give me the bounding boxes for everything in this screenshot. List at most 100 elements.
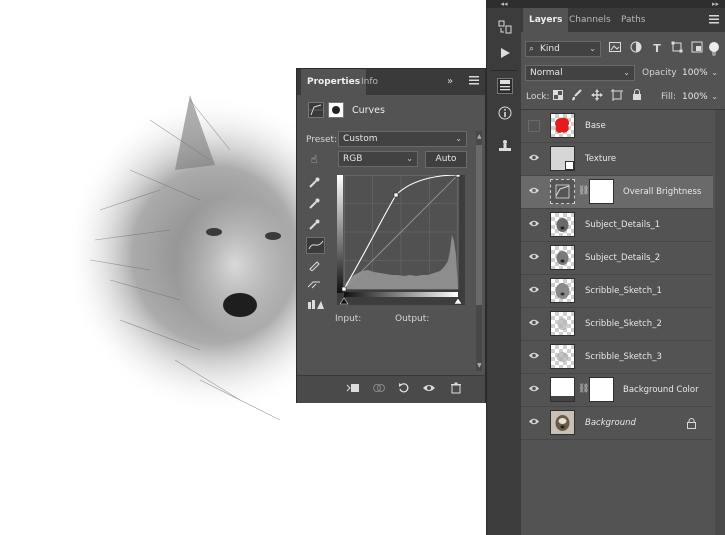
lock-image-pixels-brush-icon[interactable] [569,89,585,105]
edit-points-curve-icon[interactable] [306,237,325,254]
chevron-down-icon: ⌄ [589,44,596,53]
tab-layers[interactable]: Layers [523,8,569,32]
visibility-eye-icon[interactable] [528,318,540,330]
layer-name: Background [585,418,636,428]
output-label: Output: [395,314,430,324]
layer-row-subject-details-1[interactable]: Subject_Details_1 [521,209,713,242]
filter-type-layers-icon[interactable]: T [649,41,665,57]
info-icon[interactable] [497,106,513,122]
filter-pixel-layers-icon[interactable] [607,41,623,57]
layer-row-texture[interactable]: Texture [521,143,713,176]
layer-row-overall-brightness[interactable]: ⛓ Overall Brightness [521,176,713,209]
visibility-eye-icon[interactable] [528,384,540,396]
visibility-eye-icon[interactable] [528,351,540,363]
visibility-eye-icon[interactable] [528,252,540,264]
blend-mode-dropdown[interactable]: Normal ⌄ [525,65,635,81]
layer-mask-thumbnail[interactable] [589,179,614,204]
toggle-visibility-eye-icon[interactable] [421,382,437,398]
fill-layer-thumbnail [550,377,575,402]
curves-graph[interactable] [337,175,465,305]
layer-filter-dropdown[interactable]: ⌕ Kind ⌄ [525,41,601,57]
layer-row-background[interactable]: Background [521,407,713,440]
visibility-eye-icon[interactable] [528,417,540,429]
lock-all-icon[interactable] [629,89,645,105]
layer-name: Subject_Details_1 [585,220,661,230]
clipping-warning-icon[interactable] [306,299,326,315]
output-gradient-bar [337,175,343,293]
opacity-field[interactable]: 100% ⌄ [677,65,723,81]
lock-label: Lock: [526,92,550,102]
lock-artboard-icon[interactable] [609,89,625,105]
dock-collapse-icon[interactable]: ◂◂ [487,0,521,8]
visibility-eye-icon[interactable] [528,285,540,297]
lock-position-move-icon[interactable] [589,89,605,105]
chain-link-icon[interactable]: ⛓ [578,384,589,394]
layer-row-scribble-sketch-1[interactable]: Scribble_Sketch_1 [521,275,713,308]
adjustment-title: Curves [352,105,385,116]
tab-paths[interactable]: Paths [615,8,651,32]
layer-thumbnail-subject-details-1 [550,212,575,237]
visibility-eye-icon[interactable] [528,186,540,198]
layer-row-background-color[interactable]: ⛓ Background Color [521,374,713,407]
chain-link-icon[interactable]: ⛓ [578,186,589,196]
clone-source-icon[interactable] [497,139,513,155]
curve-point-black[interactable] [341,286,347,292]
layer-thumbnail-texture [550,146,575,171]
layers-scrollbar[interactable] [715,110,725,535]
auto-button[interactable]: Auto [425,151,467,168]
visibility-toggle-empty[interactable] [528,120,540,132]
layer-mask-thumbnail[interactable] [589,377,614,402]
view-previous-state-icon[interactable] [371,382,387,398]
layer-list: Base Texture ⛓ Overall Brightness Subjec… [521,110,725,535]
chevron-down-icon: ⌄ [711,92,718,101]
panel-collapse-icon[interactable]: » [447,76,453,87]
panel-dock-strip: ◂◂ [486,0,521,535]
layer-mask-icon[interactable] [328,102,344,118]
panel-expand-icon[interactable]: ▸▸ [521,0,725,8]
properties-panel-icon[interactable] [497,78,513,94]
curve-point-white[interactable] [455,175,461,178]
properties-scrollbar[interactable]: ▲ ▼ [476,131,482,371]
blend-mode-value: Normal [530,68,563,78]
layer-thumbnail-scribble-sketch-3 [550,344,575,369]
fill-field[interactable]: 100% ⌄ [677,89,723,105]
preset-dropdown[interactable]: Custom ⌄ [338,131,467,147]
filter-shape-layers-icon[interactable] [669,41,685,57]
chevron-down-icon: ⌄ [623,68,630,77]
layer-row-scribble-sketch-3[interactable]: Scribble_Sketch_3 [521,341,713,374]
layers-panel: ▸▸ Layers Channels Paths ⌕ Kind ⌄ T Norm… [521,0,725,535]
filter-toggle-switch[interactable] [709,42,719,56]
history-icon[interactable] [497,20,513,36]
reset-adjustment-icon[interactable] [396,382,412,398]
black-point-eyedropper-icon[interactable] [306,177,322,193]
pencil-draw-icon[interactable] [306,259,322,275]
clip-to-layer-icon[interactable] [345,382,361,398]
layer-thumbnail-background [550,410,575,435]
channel-value: RGB [343,154,363,164]
panel-menu-icon[interactable] [468,76,480,88]
white-point-eyedropper-icon[interactable] [306,219,322,235]
visibility-eye-icon[interactable] [528,219,540,231]
properties-bottom-bar [297,375,485,403]
curves-adjustment-icon[interactable] [308,102,324,118]
smooth-curve-icon[interactable] [306,278,322,294]
layer-row-scribble-sketch-2[interactable]: Scribble_Sketch_2 [521,308,713,341]
layer-row-subject-details-2[interactable]: Subject_Details_2 [521,242,713,275]
lock-transparent-pixels-icon[interactable] [550,89,566,105]
layer-name: Base [585,121,606,131]
actions-play-icon[interactable] [497,47,513,63]
layer-name: Subject_Details_2 [585,253,661,263]
gray-point-eyedropper-icon[interactable] [306,198,322,214]
curve-point-mid[interactable] [393,192,399,198]
opacity-value: 100% [682,68,708,78]
tab-info[interactable]: Info [355,69,384,95]
filter-adjustment-layers-icon[interactable] [628,41,644,57]
delete-adjustment-trash-icon[interactable] [448,382,464,398]
channel-dropdown[interactable]: RGB ⌄ [338,151,418,167]
on-image-adjust-icon[interactable]: ☝ [306,152,322,168]
panel-menu-icon[interactable] [709,15,719,27]
layer-row-base[interactable]: Base [521,110,713,143]
tab-channels[interactable]: Channels [563,8,617,32]
filter-smart-objects-icon[interactable] [689,41,705,57]
visibility-eye-icon[interactable] [528,153,540,165]
